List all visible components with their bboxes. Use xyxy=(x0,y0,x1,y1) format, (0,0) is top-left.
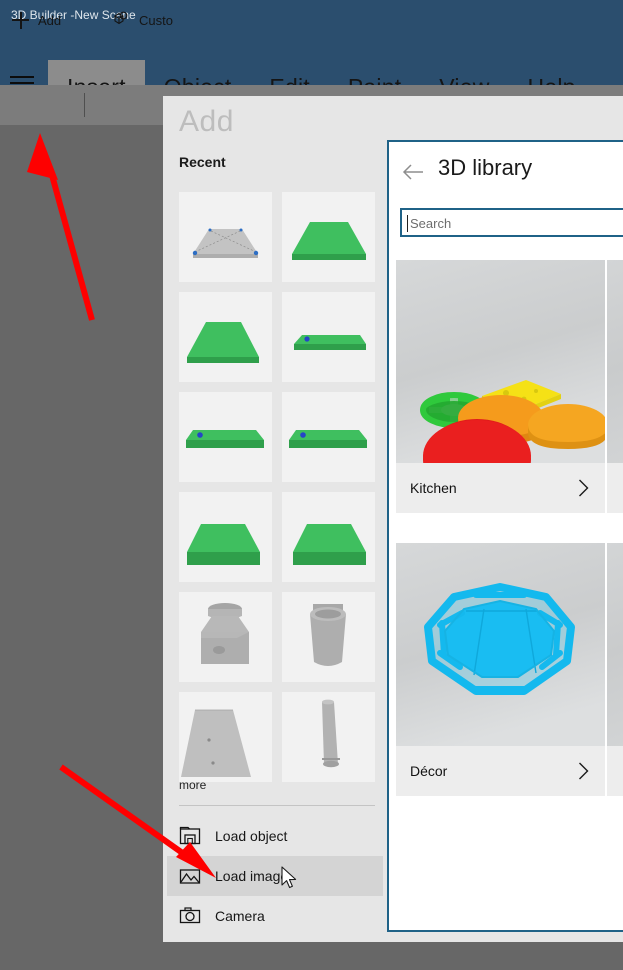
decor-tile-bar: Décor xyxy=(396,746,605,796)
custom-button[interactable]: Custo xyxy=(110,0,173,40)
thumb-green-trapezoid-plate[interactable] xyxy=(282,192,375,282)
library-panel: 3D library Search Kitchen Décor xyxy=(387,140,623,932)
folder-open-icon xyxy=(179,825,201,847)
text-caret xyxy=(407,215,408,232)
partial-tile-bar-1 xyxy=(607,463,623,513)
title-bar: 3D Builder -New Scene xyxy=(0,0,623,30)
app-window: 3D Builder -New Scene Insert Object Edit… xyxy=(0,0,623,970)
decor-tile-label: Décor xyxy=(410,763,448,779)
thumb-gray-tall-cylinder[interactable] xyxy=(282,692,375,782)
recent-section-label: Recent xyxy=(179,154,226,170)
library-header: 3D library xyxy=(389,142,623,204)
partial-tile-bar-2 xyxy=(607,746,623,796)
add-button-label: Add xyxy=(38,12,62,28)
camera-icon xyxy=(179,905,201,927)
add-button[interactable]: Add xyxy=(12,0,61,40)
menu-divider xyxy=(179,805,375,806)
mouse-pointer xyxy=(281,866,297,889)
add-panel-title: Add xyxy=(179,105,234,138)
thumb-green-flat-slab-2[interactable] xyxy=(282,392,375,482)
thumb-gray-box-funnel[interactable] xyxy=(179,592,272,682)
menu-item-load-object[interactable]: Load object xyxy=(167,816,383,856)
menu-item-load-object-label: Load object xyxy=(215,828,288,844)
kitchen-thumbnail xyxy=(396,260,605,463)
custom-button-label: Custo xyxy=(139,12,173,28)
partial-thumbnail-1 xyxy=(607,260,623,463)
menu-tab-strip: Insert Object Edit Paint View Help xyxy=(0,30,623,115)
thumb-gray-quad-plate[interactable] xyxy=(179,192,272,282)
picture-icon xyxy=(179,865,201,887)
menu-item-camera[interactable]: Camera xyxy=(167,896,383,936)
thumb-gray-vase[interactable] xyxy=(282,592,375,682)
search-input[interactable]: Search xyxy=(400,208,623,237)
plus-icon xyxy=(12,11,29,29)
back-arrow-icon[interactable] xyxy=(401,162,425,182)
thumb-green-thick-slab-2[interactable] xyxy=(282,492,375,582)
kitchen-tile-label: Kitchen xyxy=(410,480,457,496)
chevron-right-icon[interactable] xyxy=(578,762,589,780)
partial-thumbnail-2 xyxy=(607,543,623,746)
search-placeholder: Search xyxy=(410,216,452,231)
library-tile-partial-2[interactable] xyxy=(607,543,623,796)
chevron-right-icon[interactable] xyxy=(578,479,589,497)
library-tile-kitchen[interactable]: Kitchen xyxy=(396,260,605,513)
recent-thumbnail-grid xyxy=(179,192,375,782)
thumb-green-flat-slab[interactable] xyxy=(179,392,272,482)
library-title: 3D library xyxy=(438,155,533,180)
library-tile-column: Kitchen Décor xyxy=(396,260,605,826)
command-separator xyxy=(84,93,85,117)
menu-item-load-image-label: Load image xyxy=(215,868,289,884)
thumb-green-thick-slab[interactable] xyxy=(179,492,272,582)
thumb-gray-trapezoid-plate[interactable] xyxy=(179,692,272,782)
more-link[interactable]: more xyxy=(179,778,206,792)
menu-item-camera-label: Camera xyxy=(215,908,265,924)
thumb-green-flat-slab-small[interactable] xyxy=(282,292,375,382)
menu-item-load-image[interactable]: Load image xyxy=(167,856,383,896)
cube-icon xyxy=(110,10,130,31)
library-tile-partial-1[interactable] xyxy=(607,260,623,513)
kitchen-tile-bar: Kitchen xyxy=(396,463,605,513)
library-tile-column-partial xyxy=(607,260,623,826)
library-tile-decor[interactable]: Décor xyxy=(396,543,605,796)
thumb-green-trapezoid-plate-2[interactable] xyxy=(179,292,272,382)
decor-thumbnail xyxy=(396,543,605,746)
